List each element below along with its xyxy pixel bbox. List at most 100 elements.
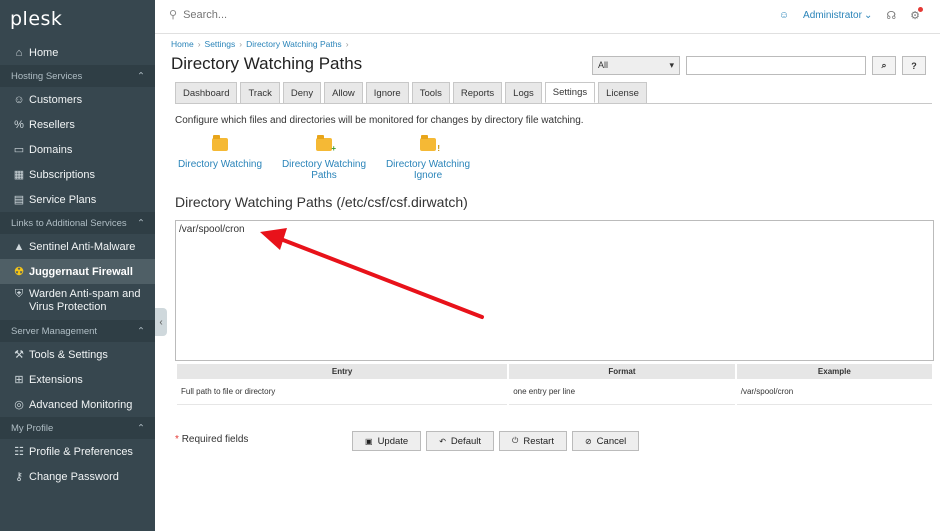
tabs-divider bbox=[175, 103, 932, 104]
help-button[interactable]: ? bbox=[902, 56, 926, 75]
extensions-icon: ⊞ bbox=[14, 374, 24, 386]
search-icon: ⚲ bbox=[169, 9, 178, 21]
breadcrumb-current[interactable]: Directory Watching Paths bbox=[246, 39, 342, 49]
chevron-up-icon: ⌃ bbox=[137, 217, 145, 229]
sidebar-item-monitoring[interactable]: ◎ Advanced Monitoring bbox=[0, 392, 155, 417]
table-cell-entry: Full path to file or directory bbox=[177, 379, 508, 405]
filter-search-button[interactable]: ⌕ bbox=[872, 56, 896, 75]
help-lifebuoy-icon[interactable]: ☊ bbox=[886, 9, 896, 22]
sidebar: plesk ⌂ Home Hosting Services ⌃ ☺ Customers… bbox=[0, 0, 155, 531]
filter-select[interactable]: All ▾ bbox=[592, 56, 680, 75]
user-menu[interactable]: Administrator bbox=[803, 10, 862, 21]
page-title: Directory Watching Paths bbox=[171, 54, 363, 73]
user-icon: ☺ bbox=[778, 10, 790, 21]
search-input[interactable] bbox=[183, 8, 384, 21]
page-description: Configure which files and directories wi… bbox=[175, 115, 584, 126]
cancel-button[interactable]: ⊘ Cancel bbox=[571, 431, 640, 451]
tab-dashboard[interactable]: Dashboard bbox=[175, 82, 238, 103]
tab-track[interactable]: Track bbox=[240, 82, 280, 103]
tab-settings[interactable]: Settings bbox=[544, 82, 596, 103]
sidebar-item-extensions[interactable]: ⊞ Extensions bbox=[0, 367, 155, 392]
sidebar-item-resellers[interactable]: % Resellers bbox=[0, 112, 155, 137]
monitor-icon: ▭ bbox=[13, 144, 25, 156]
section-title: Directory Watching Paths (/etc/csf/csf.d… bbox=[175, 194, 468, 210]
default-button[interactable]: ↶ Default bbox=[426, 431, 495, 451]
tab-deny[interactable]: Deny bbox=[282, 82, 322, 103]
table-header-entry: Entry bbox=[177, 364, 508, 379]
grid-icon: ▦ bbox=[13, 169, 25, 181]
paths-textarea[interactable] bbox=[175, 220, 934, 361]
sentinel-icon: ▲ bbox=[13, 240, 25, 253]
update-button[interactable]: ▣ Update bbox=[352, 431, 422, 451]
link-directory-watching-paths[interactable]: + Directory Watching Paths bbox=[279, 135, 369, 181]
section-hosting-services[interactable]: Hosting Services ⌃ bbox=[0, 65, 155, 87]
chevron-up-icon: ⌃ bbox=[137, 70, 145, 82]
chevron-up-icon: ⌃ bbox=[137, 325, 145, 337]
breadcrumb-home[interactable]: Home bbox=[171, 39, 194, 49]
tab-bar: Dashboard Track Deny Allow Ignore Tools … bbox=[175, 82, 647, 103]
notifications-icon[interactable]: ⚙ bbox=[910, 7, 923, 22]
tab-license[interactable]: License bbox=[598, 82, 647, 103]
sidebar-item-customers[interactable]: ☺ Customers bbox=[0, 87, 155, 112]
chevron-up-icon: ⌃ bbox=[137, 422, 145, 434]
tab-tools[interactable]: Tools bbox=[411, 82, 450, 103]
filter-bar: All ▾ ⌕ ? bbox=[592, 56, 926, 75]
table-header-format: Format bbox=[509, 364, 735, 379]
firewall-icon: ☢ bbox=[14, 266, 24, 278]
tab-allow[interactable]: Allow bbox=[324, 82, 363, 103]
key-icon: ⚷ bbox=[14, 471, 24, 483]
power-icon: ⏻ bbox=[512, 436, 519, 445]
notification-dot bbox=[918, 7, 923, 12]
tab-reports[interactable]: Reports bbox=[452, 82, 503, 103]
link-directory-watching[interactable]: Directory Watching bbox=[175, 135, 265, 181]
sidebar-item-warden[interactable]: ⛨ Warden Anti-spam and Virus Protection bbox=[0, 284, 155, 320]
percent-icon: % bbox=[14, 118, 24, 131]
shield-icon: ⛨ bbox=[14, 288, 24, 300]
dropdown-arrow-icon: ▾ bbox=[669, 60, 674, 70]
required-fields-note: * Required fields bbox=[175, 434, 249, 445]
sidebar-item-tools[interactable]: ⚒ Tools & Settings bbox=[0, 342, 155, 367]
sidebar-item-profile[interactable]: ☷ Profile & Preferences bbox=[0, 439, 155, 464]
tab-ignore[interactable]: Ignore bbox=[365, 82, 409, 103]
undo-icon: ↶ bbox=[439, 436, 446, 446]
section-my-profile[interactable]: My Profile ⌃ bbox=[0, 417, 155, 439]
table-header-example: Example bbox=[736, 364, 932, 379]
section-server-management[interactable]: Server Management ⌃ bbox=[0, 320, 155, 342]
sidebar-item-subscriptions[interactable]: ▦ Subscriptions bbox=[0, 162, 155, 187]
folder-add-icon: + bbox=[316, 135, 336, 153]
cancel-icon: ⊘ bbox=[584, 436, 592, 446]
global-search[interactable]: ⚲ bbox=[169, 8, 384, 21]
monitoring-icon: ◎ bbox=[14, 399, 24, 411]
sidebar-item-home[interactable]: ⌂ Home bbox=[0, 40, 155, 65]
breadcrumb-settings[interactable]: Settings bbox=[205, 39, 236, 49]
tab-logs[interactable]: Logs bbox=[505, 82, 542, 103]
sidebar-collapse-handle[interactable]: ‹ bbox=[155, 308, 167, 336]
sidebar-item-change-password[interactable]: ⚷ Change Password bbox=[0, 464, 155, 489]
chevron-down-icon: ⌄ bbox=[863, 10, 873, 21]
quick-links: Directory Watching + Directory Watching … bbox=[175, 135, 473, 181]
save-icon: ▣ bbox=[365, 436, 373, 446]
plans-icon: ▤ bbox=[13, 194, 25, 206]
format-table: Entry Format Example Full path to file o… bbox=[175, 364, 934, 405]
plesk-logo[interactable]: plesk bbox=[0, 0, 155, 40]
user-icon: ☺ bbox=[13, 93, 25, 106]
table-row: Full path to file or directory one entry… bbox=[177, 379, 932, 405]
breadcrumb: Home › Settings › Directory Watching Paths… bbox=[171, 39, 349, 49]
filter-input[interactable] bbox=[686, 56, 866, 75]
chevron-left-icon: ‹ bbox=[159, 316, 163, 328]
sidebar-item-sentinel[interactable]: ▲ Sentinel Anti-Malware bbox=[0, 234, 155, 259]
sidebar-item-domains[interactable]: ▭ Domains bbox=[0, 137, 155, 162]
table-cell-format: one entry per line bbox=[509, 379, 735, 405]
link-directory-watching-ignore[interactable]: ! Directory Watching Ignore bbox=[383, 135, 473, 181]
restart-button[interactable]: ⏻ Restart bbox=[499, 431, 567, 451]
sidebar-item-service-plans[interactable]: ▤ Service Plans bbox=[0, 187, 155, 212]
tools-icon: ⚒ bbox=[14, 349, 24, 361]
sidebar-item-juggernaut[interactable]: ☢ Juggernaut Firewall bbox=[0, 259, 155, 284]
folder-warning-icon: ! bbox=[420, 135, 440, 153]
profile-icon: ☷ bbox=[14, 446, 24, 458]
home-icon: ⌂ bbox=[15, 46, 23, 59]
folder-icon bbox=[212, 135, 228, 151]
section-additional-services[interactable]: Links to Additional Services ⌃ bbox=[0, 212, 155, 234]
table-cell-example: /var/spool/cron bbox=[736, 379, 932, 405]
topbar: ⚲ ☺ Administrator ⌄ ☊ ⚙ bbox=[155, 0, 940, 34]
